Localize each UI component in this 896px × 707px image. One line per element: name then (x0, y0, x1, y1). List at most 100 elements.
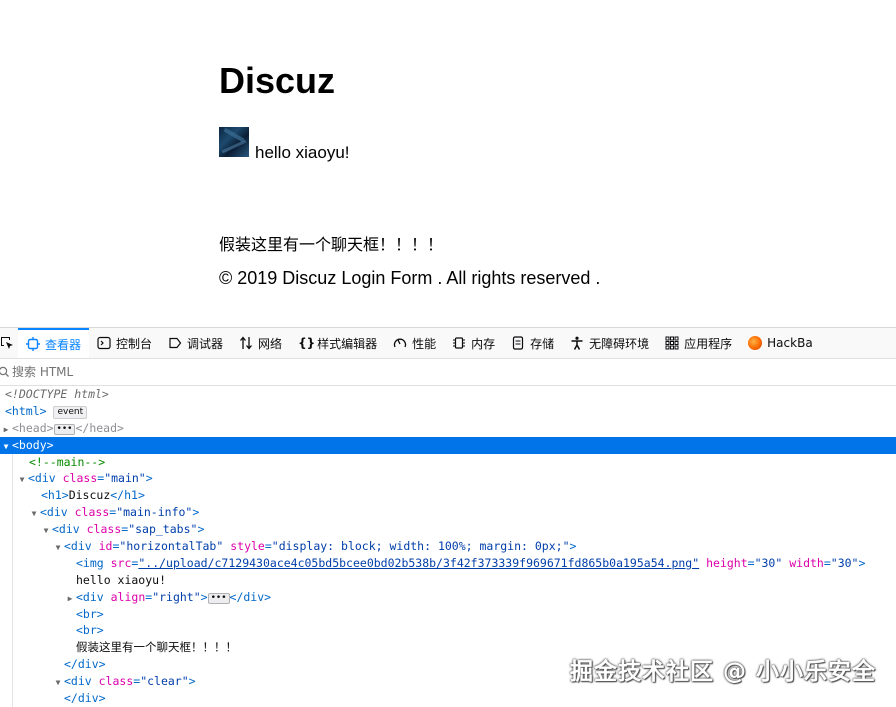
tab-label: 内存 (471, 336, 496, 351)
tree-node-body[interactable]: ▼ <body> (0, 436, 896, 454)
indent-guide (12, 538, 13, 555)
text-node: 假装这里有一个聊天框！！！！ (76, 640, 237, 655)
indent-guide (12, 656, 13, 674)
tab-label: 样式编辑器 (317, 336, 378, 351)
attr-value: "main-info" (116, 505, 193, 520)
indent-guide (12, 470, 13, 488)
doctype-text: <!DOCTYPE html> (5, 387, 109, 401)
div-close-tag: </div> (64, 657, 106, 672)
head-tag-open: <head> (12, 420, 54, 435)
body-tag: <body> (12, 437, 54, 452)
tree-node-close[interactable]: </div> (0, 690, 896, 707)
attr-name: class (98, 674, 134, 689)
html-search-bar (0, 359, 896, 386)
tree-node-h1[interactable]: <h1>Discuz</h1> (0, 487, 896, 505)
search-html-input[interactable] (10, 365, 312, 379)
attr-value: "right" (152, 589, 201, 604)
application-icon (665, 336, 679, 350)
tree-node-html[interactable]: <html> event (0, 403, 896, 420)
indent-guide (12, 521, 13, 539)
attr-value: "clear" (140, 674, 189, 689)
tab-storage[interactable]: 存储 (503, 328, 562, 358)
head-tag-close: </head> (75, 420, 124, 435)
attr-name: style (230, 539, 265, 554)
tab-accessibility[interactable]: 无障碍环境 (562, 328, 657, 358)
style-editor-icon: {} (298, 336, 316, 350)
tree-node-br[interactable]: <br> (0, 622, 896, 640)
br-tag: <br> (76, 606, 104, 621)
watermark: 掘金技术社区 @ 小小乐安全 (569, 659, 876, 685)
element-picker-button[interactable] (0, 328, 18, 358)
tree-node-br[interactable]: <br> (0, 605, 896, 623)
indent-guide (12, 504, 13, 522)
inspector-icon (26, 337, 40, 351)
accessibility-icon (570, 336, 584, 350)
console-icon (97, 336, 111, 350)
indent-guide (12, 571, 13, 589)
indent-guide (12, 673, 13, 691)
tab-label: 控制台 (116, 336, 153, 351)
indent-guide (12, 487, 13, 505)
copyright-footer: © 2019 Discuz Login Form . All rights re… (219, 268, 601, 288)
tab-memory[interactable]: 内存 (444, 328, 503, 358)
tree-node-div-horizontal-tab[interactable]: ▼ <div id="horizontalTab" style="display:… (0, 538, 896, 555)
collapse-arrow-icon[interactable]: ▼ (0, 506, 40, 521)
tab-application[interactable]: 应用程序 (657, 328, 740, 358)
collapsed-ellipsis-icon[interactable]: ••• (53, 423, 76, 435)
tab-performance[interactable]: 性能 (385, 328, 444, 358)
storage-icon (511, 336, 525, 350)
devtools-toolbar: 查看器 控制台 调试器 网络 {} 样式编辑器 性能 内存 存储 无障碍环境 应… (0, 328, 896, 359)
attr-name: id (98, 539, 113, 554)
tab-hackbar[interactable]: HackBa (740, 328, 821, 358)
tab-label: 性能 (412, 336, 437, 351)
collapse-arrow-icon[interactable]: ▼ (0, 439, 12, 454)
collapse-arrow-icon[interactable]: ▼ (0, 472, 28, 487)
greeting-text: hello xiaoyu! (255, 143, 350, 162)
tree-node-head[interactable]: ▶ <head> ••• </head> (0, 420, 896, 437)
comment-text: <!--main--> (29, 454, 106, 469)
indent-guide (12, 453, 13, 471)
tree-node-img[interactable]: <img src="../upload/c7129430ace4c05bd5bc… (0, 554, 896, 572)
search-icon (0, 366, 10, 378)
img-src-link[interactable]: "../upload/c7129430ace4c05bd5bcee0bd02b5… (138, 556, 699, 570)
attr-name: src (110, 555, 132, 570)
attr-value: "30" (830, 555, 859, 570)
memory-icon (452, 336, 466, 350)
attr-name: class (74, 505, 110, 520)
tab-style-editor[interactable]: {} 样式编辑器 (290, 328, 385, 358)
html-tag: <html> (5, 403, 47, 418)
page-viewport: Discuz hello xiaoyu! 假装这里有一个聊天框！！！！ © 20… (0, 0, 896, 327)
element-picker-icon (0, 336, 14, 350)
tree-node-comment[interactable]: <!--main--> (0, 453, 896, 471)
tree-node-div-sap-tabs[interactable]: ▼ <div class="sap_tabs"> (0, 521, 896, 539)
collapse-arrow-icon[interactable]: ▼ (0, 540, 64, 555)
tab-network[interactable]: 网络 (231, 328, 290, 358)
devtools-panel: 查看器 控制台 调试器 网络 {} 样式编辑器 性能 内存 存储 无障碍环境 应… (0, 327, 896, 707)
tab-label: 查看器 (45, 337, 82, 352)
collapsed-ellipsis-icon[interactable]: ••• (207, 592, 230, 604)
tab-debugger[interactable]: 调试器 (160, 328, 231, 358)
tab-label: HackBa (767, 336, 813, 350)
collapse-arrow-icon[interactable]: ▼ (0, 675, 64, 690)
network-icon (239, 336, 253, 350)
tab-label: 调试器 (187, 336, 224, 351)
indent-guide (12, 588, 13, 606)
indent-guide (12, 622, 13, 640)
tab-console[interactable]: 控制台 (89, 328, 160, 358)
debugger-icon (168, 336, 182, 350)
attr-name: height (706, 555, 748, 570)
tree-node-div-main[interactable]: ▼ <div class="main"> (0, 470, 896, 488)
tree-node-div-align[interactable]: ▶ <div align="right"> ••• </div> (0, 588, 896, 606)
attr-value: "main" (104, 471, 146, 486)
tab-label: 存储 (530, 336, 555, 351)
tree-node-div-main-info[interactable]: ▼ <div class="main-info"> (0, 504, 896, 522)
collapse-arrow-icon[interactable]: ▼ (0, 523, 52, 538)
attr-value: "sap_tabs" (128, 522, 198, 537)
tree-node-doctype[interactable]: <!DOCTYPE html> (0, 386, 896, 403)
indent-guide (12, 605, 13, 623)
event-badge[interactable]: event (53, 405, 88, 419)
tab-inspector[interactable]: 查看器 (18, 328, 90, 358)
page-title: Discuz (219, 60, 336, 101)
tree-node-text[interactable]: hello xiaoyu! (0, 571, 896, 589)
expand-arrow-icon[interactable]: ▶ (0, 422, 12, 437)
